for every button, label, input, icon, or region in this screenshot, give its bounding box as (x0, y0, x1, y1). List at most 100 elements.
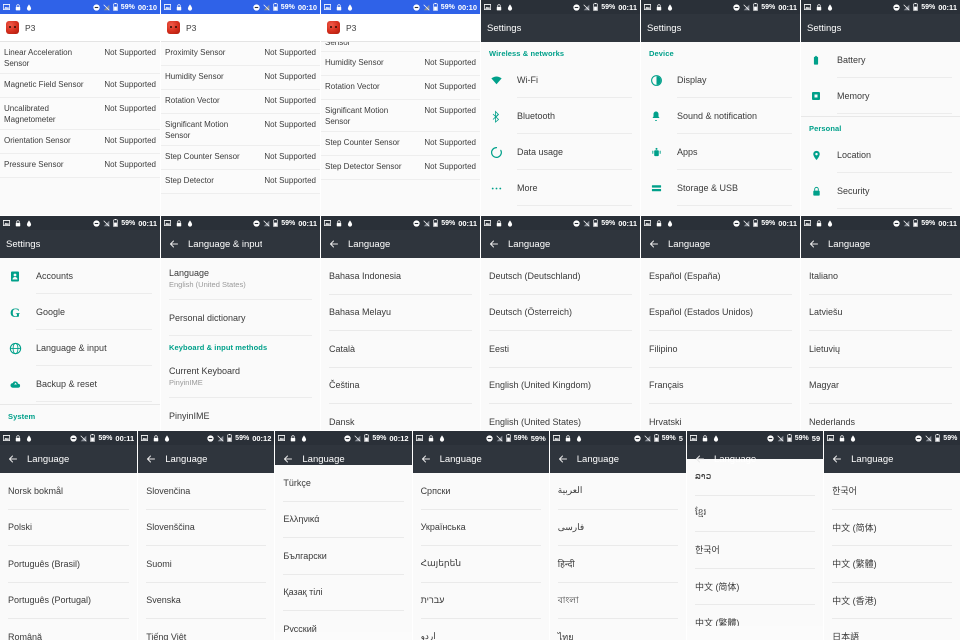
table-row[interactable]: Step Counter Sensor Not Supported (161, 146, 320, 170)
settings-item-language[interactable]: Language English (United States) (161, 258, 320, 300)
list-item[interactable]: Italiano (801, 258, 960, 295)
table-row[interactable]: Magnetic Field Sensor Not Supported (0, 74, 160, 98)
list-item[interactable]: Português (Brasil) (0, 546, 138, 583)
list-item[interactable]: 中文 (简体) (686, 568, 824, 605)
settings-item-wi-fi[interactable]: Wi-Fi (481, 62, 640, 98)
table-row[interactable]: Linear Acceleration Sensor Not Supported (0, 42, 160, 74)
table-row[interactable]: Sensor (321, 42, 480, 52)
settings-item-personal-dictionary[interactable]: Personal dictionary (161, 300, 320, 336)
list-item[interactable]: Norsk bokmål (0, 473, 138, 510)
list-item[interactable]: 中文 (简体) (824, 509, 960, 546)
list-item[interactable]: Magyar (801, 367, 960, 404)
list-item[interactable]: Français (641, 367, 800, 404)
settings-item-current-keyboard[interactable]: Current Keyboard PinyinIME (161, 356, 320, 398)
list-item[interactable]: 中文 (繁體) (686, 605, 824, 626)
back-arrow-icon[interactable] (327, 237, 341, 251)
list-item[interactable]: Lietuvių (801, 331, 960, 368)
list-item[interactable]: 한국어 (824, 473, 960, 510)
list-item[interactable]: Português (Portugal) (0, 582, 138, 619)
settings-item-memory[interactable]: Memory (801, 78, 960, 114)
settings-item-data-usage[interactable]: Data usage (481, 134, 640, 170)
list-item[interactable]: Eesti (481, 331, 640, 368)
back-arrow-icon[interactable] (830, 452, 844, 466)
back-arrow-icon[interactable] (487, 237, 501, 251)
back-arrow-icon[interactable] (556, 452, 570, 466)
settings-item-language-input[interactable]: Language & input (0, 330, 160, 366)
list-item[interactable]: Latviešu (801, 294, 960, 331)
list-item[interactable]: Ελληνικά (275, 501, 412, 538)
list-item[interactable]: Čeština (321, 367, 480, 404)
list-item[interactable]: Suomi (138, 546, 275, 583)
table-row[interactable]: Rotation Vector Not Supported (161, 90, 320, 114)
list-item[interactable]: 日本語 (824, 619, 960, 640)
list-item[interactable]: Български (275, 538, 412, 575)
list-item[interactable]: اردو (412, 619, 549, 640)
list-item[interactable]: Español (España) (641, 258, 800, 295)
table-row[interactable]: Uncalibrated Magnetometer Not Supported (0, 98, 160, 130)
list-item[interactable]: العربية (549, 473, 686, 510)
list-item[interactable]: English (United Kingdom) (481, 367, 640, 404)
back-arrow-icon[interactable] (281, 452, 295, 466)
list-item[interactable]: हिन्दी (549, 546, 686, 583)
table-row[interactable]: Step Detector Sensor Not Supported (321, 156, 480, 180)
list-item[interactable]: Slovenčina (138, 473, 275, 510)
back-arrow-icon[interactable] (419, 452, 433, 466)
list-item[interactable]: Српски (412, 473, 549, 510)
list-item[interactable]: Bahasa Indonesia (321, 258, 480, 295)
list-item[interactable]: Español (Estados Unidos) (641, 294, 800, 331)
settings-item-display[interactable]: Display (641, 62, 800, 98)
list-item[interactable]: Română (0, 619, 138, 640)
list-item[interactable]: Deutsch (Deutschland) (481, 258, 640, 295)
table-row[interactable]: Pressure Sensor Not Supported (0, 154, 160, 178)
list-item[interactable]: Català (321, 331, 480, 368)
settings-item-accounts[interactable]: Accounts (0, 258, 160, 294)
table-row[interactable]: Humidity Sensor Not Supported (161, 66, 320, 90)
settings-item-bluetooth[interactable]: Bluetooth (481, 98, 640, 134)
back-arrow-icon[interactable] (144, 452, 158, 466)
table-row[interactable]: Step Detector Not Supported (161, 170, 320, 194)
back-arrow-icon[interactable] (6, 452, 20, 466)
settings-item-battery[interactable]: Battery (801, 42, 960, 78)
settings-item-google[interactable]: G Google (0, 294, 160, 330)
list-item[interactable]: Русский (275, 611, 412, 632)
list-item[interactable]: Hrvatski (641, 404, 800, 430)
list-item[interactable]: ไทย (549, 619, 686, 640)
list-item[interactable]: Nederlands (801, 404, 960, 430)
list-item[interactable]: Bahasa Melayu (321, 294, 480, 331)
list-item[interactable]: Polski (0, 509, 138, 546)
list-item[interactable]: עברית (412, 582, 549, 619)
list-item[interactable]: Dansk (321, 404, 480, 430)
settings-item-backup-reset[interactable]: Backup & reset (0, 366, 160, 402)
list-item[interactable]: Slovenščina (138, 509, 275, 546)
list-item[interactable]: 한국어 (686, 532, 824, 569)
table-row[interactable]: Proximity Sensor Not Supported (161, 42, 320, 66)
list-item[interactable]: Հայերեն (412, 546, 549, 583)
back-arrow-icon[interactable] (167, 237, 181, 251)
table-row[interactable]: Step Counter Sensor Not Supported (321, 132, 480, 156)
list-item[interactable]: Қазақ тілі (275, 574, 412, 611)
back-arrow-icon[interactable] (647, 237, 661, 251)
table-row[interactable]: Significant Motion Sensor Not Supported (321, 100, 480, 132)
settings-item-location[interactable]: Location (801, 137, 960, 173)
table-row[interactable]: Humidity Sensor Not Supported (321, 52, 480, 76)
settings-item-pinyinime[interactable]: PinyinIME (161, 398, 320, 430)
settings-item-more[interactable]: More (481, 170, 640, 206)
settings-item-storage-usb[interactable]: Storage & USB (641, 170, 800, 206)
list-item[interactable]: فارسی (549, 509, 686, 546)
list-item[interactable]: Filipino (641, 331, 800, 368)
list-item[interactable]: Türkçe (275, 465, 412, 502)
table-row[interactable]: Rotation Vector Not Supported (321, 76, 480, 100)
settings-item-sound-notification[interactable]: Sound & notification (641, 98, 800, 134)
list-item[interactable]: Svenska (138, 582, 275, 619)
list-item[interactable]: Українська (412, 509, 549, 546)
list-item[interactable]: Tiếng Việt (138, 619, 275, 640)
back-arrow-icon[interactable] (807, 237, 821, 251)
table-row[interactable]: Orientation Sensor Not Supported (0, 130, 160, 154)
settings-item-security[interactable]: Security (801, 173, 960, 209)
list-item[interactable]: 中文 (香港) (824, 582, 960, 619)
list-item[interactable]: 中文 (繁體) (824, 546, 960, 583)
list-item[interactable]: ខ្មែរ (686, 495, 824, 532)
table-row[interactable]: Significant Motion Sensor Not Supported (161, 114, 320, 146)
list-item[interactable]: ລາວ (686, 459, 824, 496)
list-item[interactable]: বাংলা (549, 582, 686, 619)
